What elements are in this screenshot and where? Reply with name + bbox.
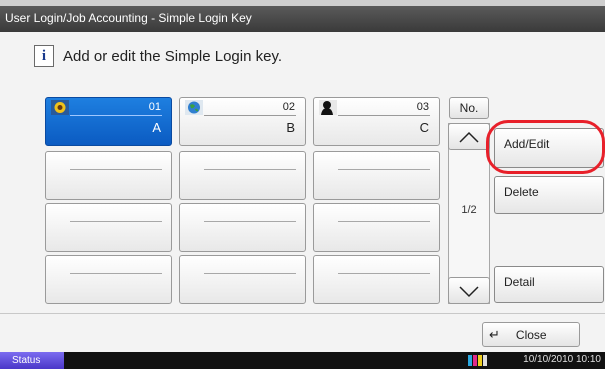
empty-key-slot[interactable]: [45, 255, 172, 304]
key-name: A: [152, 120, 161, 135]
status-bar: Status 10/10/2010 10:10: [0, 352, 605, 369]
empty-key-slot[interactable]: [313, 255, 440, 304]
delete-button[interactable]: Delete: [494, 176, 604, 214]
date-time: 10/10/2010 10:10: [523, 354, 601, 365]
key-name: C: [419, 120, 429, 135]
info-icon: i: [34, 45, 54, 67]
key-underline: [204, 115, 296, 116]
message-text: Add or edit the Simple Login key.: [63, 47, 283, 65]
slot-line: [338, 273, 430, 274]
close-button[interactable]: ↵ Close: [482, 322, 580, 347]
slot-line: [338, 169, 430, 170]
silhouette-icon: [319, 100, 337, 115]
highlight-ring: [486, 120, 605, 174]
enter-arrow-icon: ↵: [489, 326, 500, 342]
slot-line: [70, 273, 162, 274]
login-key-01[interactable]: 01 A: [45, 97, 172, 146]
login-key-03[interactable]: 03 C: [313, 97, 440, 146]
empty-key-slot[interactable]: [179, 151, 306, 200]
empty-key-slot[interactable]: [45, 203, 172, 252]
toner-level-icon: [468, 355, 487, 366]
page-down-button[interactable]: [448, 277, 490, 304]
slot-line: [204, 221, 296, 222]
window-title: User Login/Job Accounting - Simple Login…: [5, 11, 252, 25]
title-bar: User Login/Job Accounting - Simple Login…: [0, 6, 605, 32]
slot-line: [70, 221, 162, 222]
key-number: 01: [148, 101, 161, 113]
globe-icon: [185, 100, 203, 115]
message-row: i Add or edit the Simple Login key.: [34, 44, 282, 68]
key-underline: [70, 115, 162, 116]
key-number: 03: [416, 101, 429, 113]
slot-line: [204, 169, 296, 170]
footer-divider: [0, 313, 605, 314]
key-number: 02: [282, 101, 295, 113]
chevron-up-icon: [459, 131, 479, 143]
empty-key-slot[interactable]: [313, 151, 440, 200]
page-indicator: 1/2: [461, 204, 477, 216]
key-name: B: [286, 120, 295, 135]
empty-key-slot[interactable]: [179, 255, 306, 304]
chevron-down-icon: [459, 285, 479, 297]
empty-key-slot[interactable]: [45, 151, 172, 200]
slot-line: [338, 221, 430, 222]
status-button[interactable]: Status: [0, 352, 64, 369]
close-label: Close: [515, 327, 547, 342]
slot-line: [70, 169, 162, 170]
empty-key-slot[interactable]: [313, 203, 440, 252]
sort-by-number-button[interactable]: No.: [449, 97, 489, 119]
page-up-button[interactable]: [448, 123, 490, 150]
detail-button[interactable]: Detail: [494, 266, 604, 303]
key-underline: [338, 115, 430, 116]
empty-key-slot[interactable]: [179, 203, 306, 252]
sunflower-icon: [51, 100, 69, 115]
login-key-02[interactable]: 02 B: [179, 97, 306, 146]
slot-line: [204, 273, 296, 274]
